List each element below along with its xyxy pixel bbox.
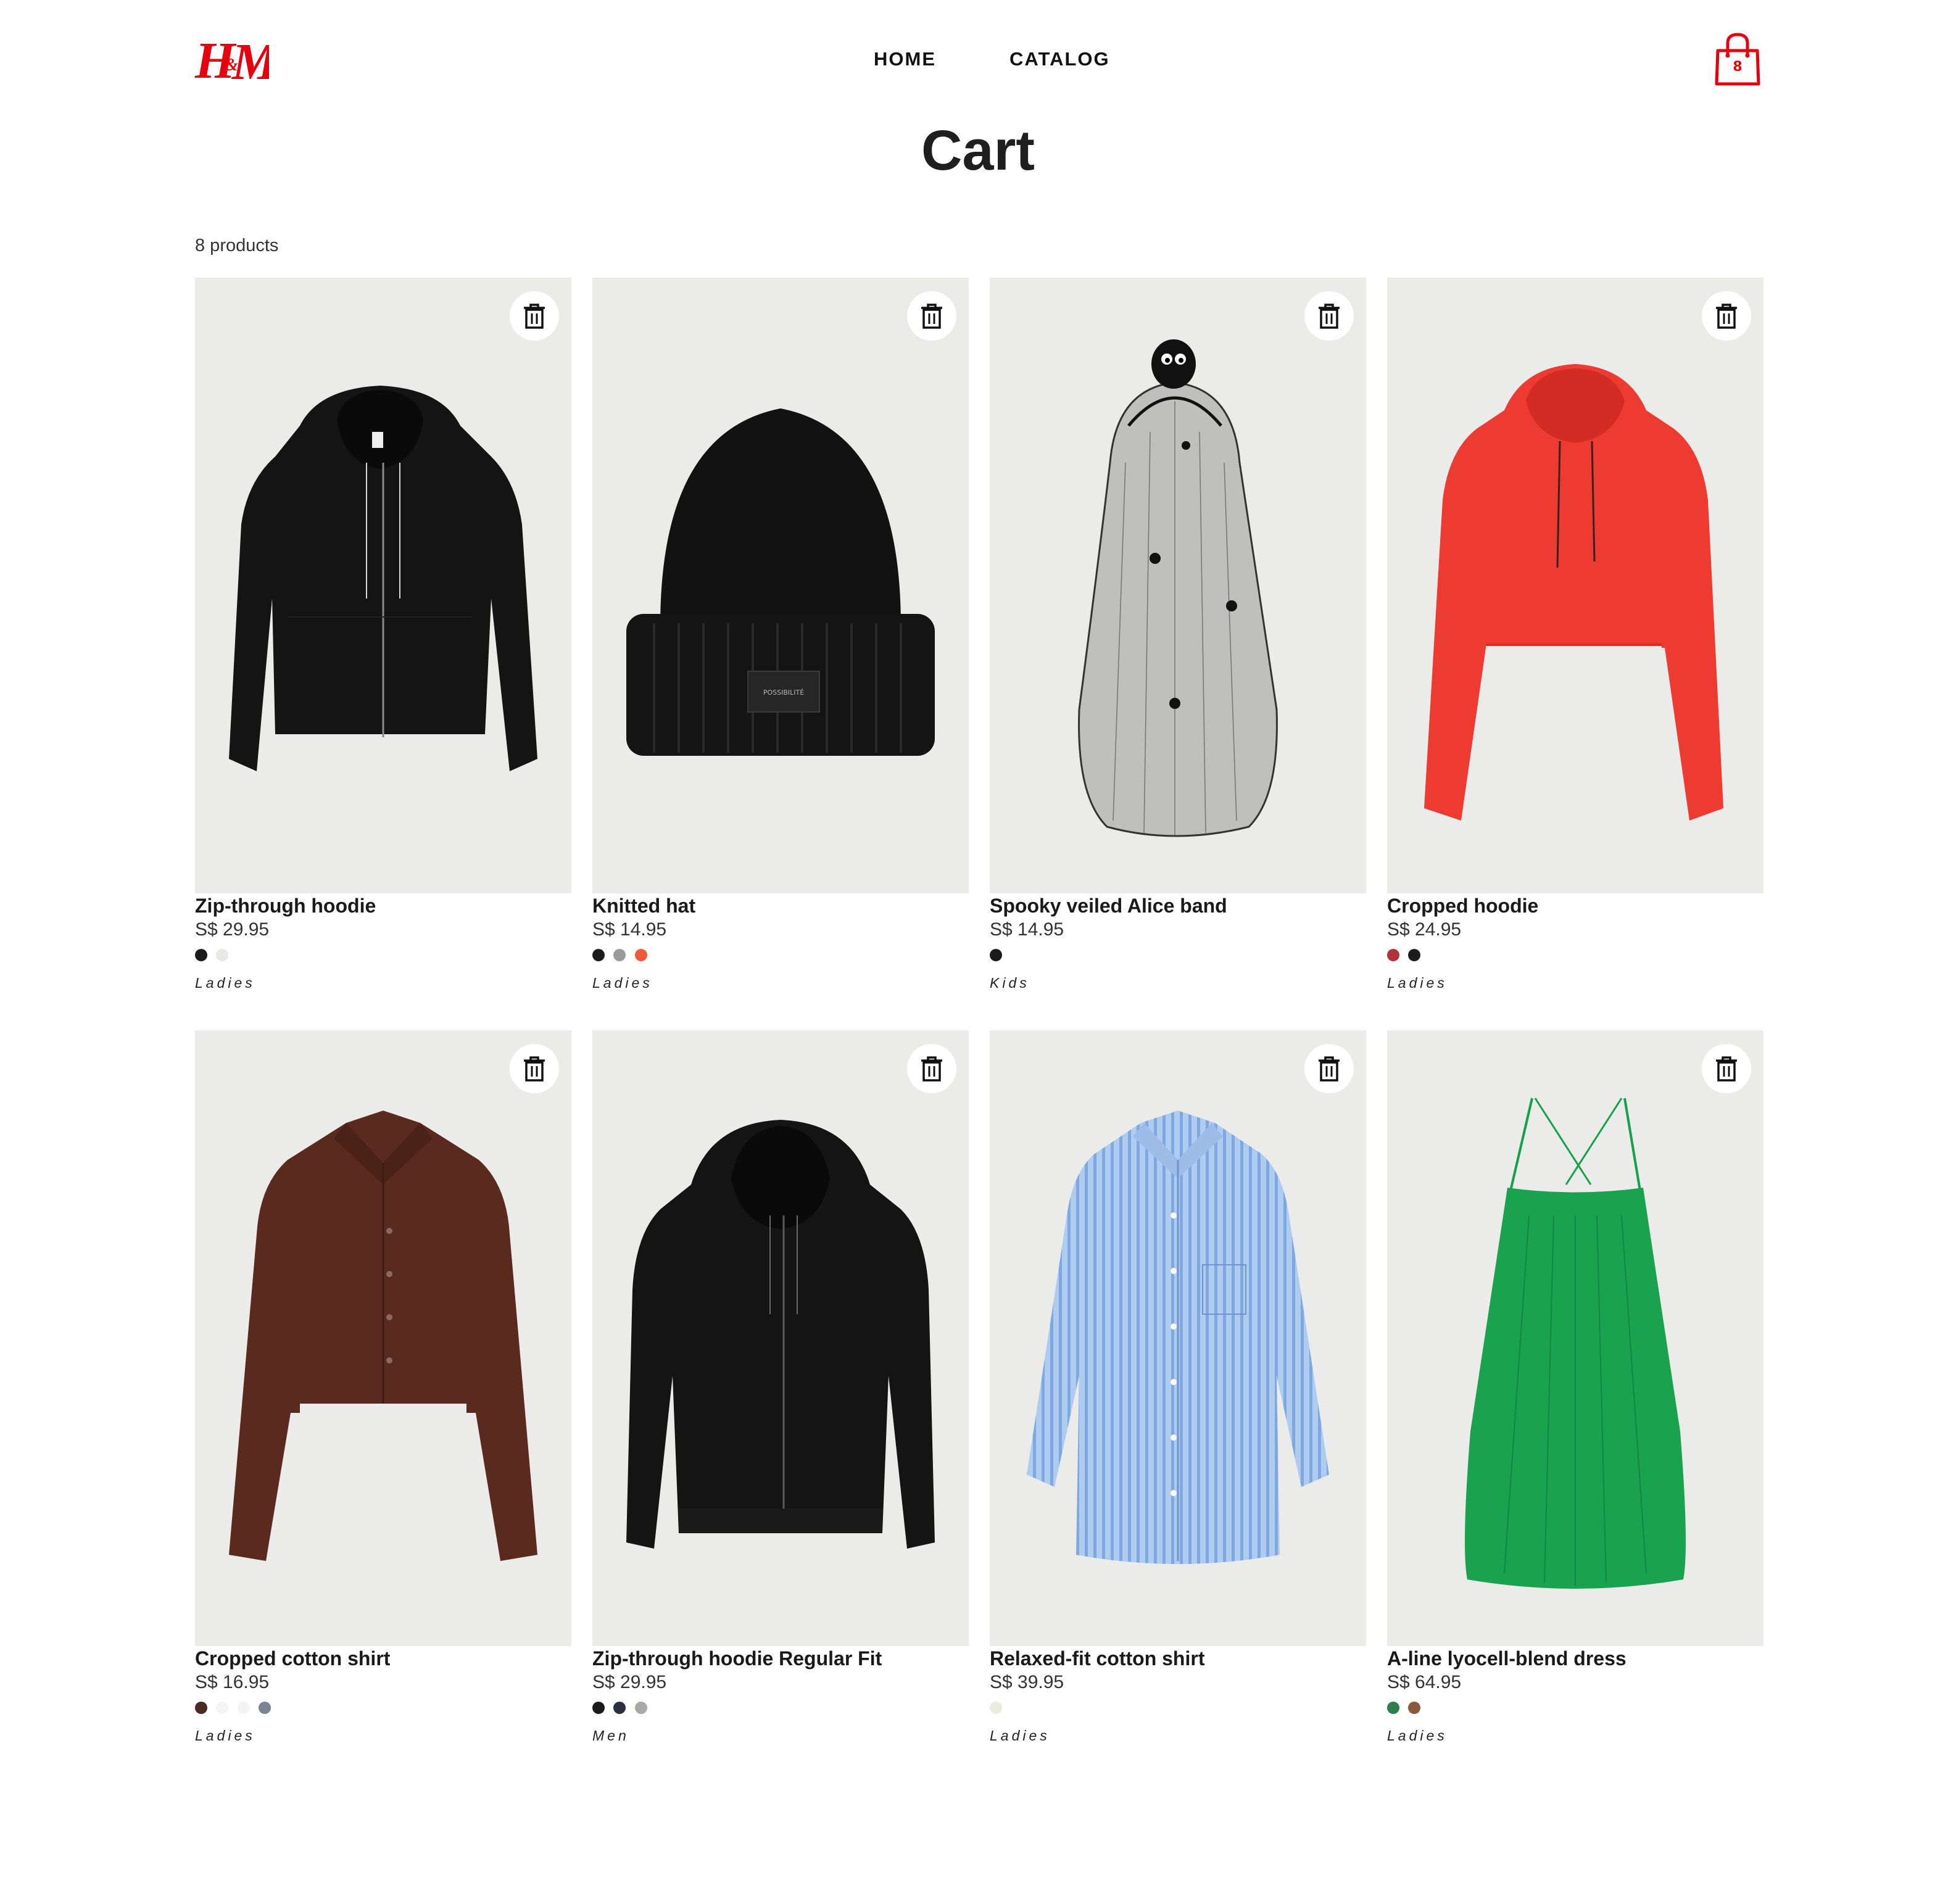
product-image-relaxed-fit-cotton-shirt[interactable] [990,1030,1366,1646]
color-swatch[interactable] [613,949,626,961]
product-image-zip-through-hoodie[interactable] [195,278,571,893]
color-swatches [195,949,234,962]
color-swatch[interactable] [592,949,605,961]
color-swatch[interactable] [592,1702,605,1714]
color-swatches [195,1702,277,1715]
product-card[interactable]: Zip-through hoodie S$ 29.95 Ladies [195,278,571,1000]
product-card[interactable]: Zip-through hoodie Regular Fit S$ 29.95 … [592,1030,969,1752]
product-name[interactable]: A-line lyocell-blend dress [1387,1647,1627,1670]
color-swatch[interactable] [195,949,207,961]
trash-icon [1716,1056,1737,1082]
product-name[interactable]: Spooky veiled Alice band [990,895,1227,917]
product-name[interactable]: Cropped hoodie [1387,895,1538,917]
color-swatch[interactable] [216,949,229,961]
product-category: Ladies [1387,975,1448,991]
color-swatch[interactable] [613,1702,626,1714]
product-image-a-line-lyocell-blend-dress[interactable] [1387,1030,1763,1646]
product-price: S$ 29.95 [592,1672,667,1692]
nav-home-link[interactable]: HOME [874,48,936,70]
hat-label-text: POSSIBILITÉ [763,689,804,697]
cart-button[interactable]: 8 [1713,32,1762,88]
product-name[interactable]: Knitted hat [592,895,695,917]
product-name[interactable]: Relaxed-fit cotton shirt [990,1647,1204,1670]
trash-icon [921,1056,942,1082]
hm-logo[interactable]: H & M [194,30,285,91]
product-price: S$ 24.95 [1387,919,1462,940]
cart-count-badge: 8 [1733,59,1743,75]
trash-icon [1319,304,1340,329]
product-name[interactable]: Zip-through hoodie Regular Fit [592,1647,882,1670]
remove-item-button[interactable] [510,1044,559,1093]
product-image-cropped-cotton-shirt[interactable] [195,1030,571,1646]
remove-item-button[interactable] [1702,1044,1751,1093]
remove-item-button[interactable] [1304,291,1354,341]
color-swatches [1387,949,1427,962]
color-swatch[interactable] [990,949,1002,961]
color-swatch[interactable] [259,1702,271,1714]
color-swatches [990,1702,1008,1715]
product-card[interactable]: POSSIBILITÉ Knitted hat S$ 14.95 Ladies [592,278,969,1000]
trash-icon [1319,1056,1340,1082]
color-swatch[interactable] [634,949,647,961]
product-category: Kids [990,975,1030,991]
trash-icon [524,304,545,329]
product-image-spooky-veiled-alice-band[interactable] [990,278,1366,893]
product-card[interactable]: Spooky veiled Alice band S$ 14.95 Kids [990,278,1366,1000]
product-card[interactable]: Cropped hoodie S$ 24.95 Ladies [1387,278,1763,1000]
product-category: Ladies [195,975,255,991]
product-count: 8 products [195,236,279,255]
product-image-zip-through-hoodie-regular-fit[interactable] [592,1030,969,1646]
product-card[interactable]: Cropped cotton shirt S$ 16.95 Ladies [195,1030,571,1752]
nav-catalog-link[interactable]: CATALOG [1009,48,1110,70]
color-swatch[interactable] [195,1702,207,1714]
color-swatch[interactable] [1408,1702,1421,1714]
remove-item-button[interactable] [510,291,559,341]
color-swatches [1387,1702,1427,1715]
product-price: S$ 14.95 [592,919,667,940]
product-category: Ladies [1387,1728,1448,1744]
color-swatch[interactable] [1387,949,1399,961]
product-name[interactable]: Zip-through hoodie [195,895,376,917]
color-swatch[interactable] [990,1702,1002,1714]
product-price: S$ 39.95 [990,1672,1064,1692]
product-price: S$ 14.95 [990,919,1064,940]
product-category: Ladies [592,975,653,991]
product-card[interactable]: Relaxed-fit cotton shirt S$ 39.95 Ladies [990,1030,1366,1752]
product-price: S$ 64.95 [1387,1672,1462,1692]
color-swatch[interactable] [1387,1702,1399,1714]
product-price: S$ 29.95 [195,919,270,940]
remove-item-button[interactable] [1702,291,1751,341]
trash-icon [921,304,942,329]
remove-item-button[interactable] [1304,1044,1354,1093]
product-price: S$ 16.95 [195,1672,270,1692]
remove-item-button[interactable] [907,291,956,341]
color-swatches [592,1702,653,1715]
product-image-knitted-hat[interactable]: POSSIBILITÉ [592,278,969,893]
product-category: Ladies [195,1728,255,1744]
product-category: Ladies [990,1728,1050,1744]
color-swatch[interactable] [634,1702,647,1714]
trash-icon [1716,304,1737,329]
remove-item-button[interactable] [907,1044,956,1093]
color-swatches [592,949,653,962]
product-image-cropped-hoodie[interactable] [1387,278,1763,893]
color-swatch[interactable] [1408,949,1421,961]
page-title: Cart [921,119,1035,182]
color-swatch[interactable] [216,1702,229,1714]
site-header: H & M HOME CATALOG 8 [0,0,1956,117]
product-name[interactable]: Cropped cotton shirt [195,1647,390,1670]
color-swatches [990,949,1008,962]
product-category: Men [592,1728,629,1744]
trash-icon [524,1056,545,1082]
color-swatch[interactable] [237,1702,250,1714]
svg-text:M: M [231,33,269,89]
product-card[interactable]: A-line lyocell-blend dress S$ 64.95 Ladi… [1387,1030,1763,1752]
